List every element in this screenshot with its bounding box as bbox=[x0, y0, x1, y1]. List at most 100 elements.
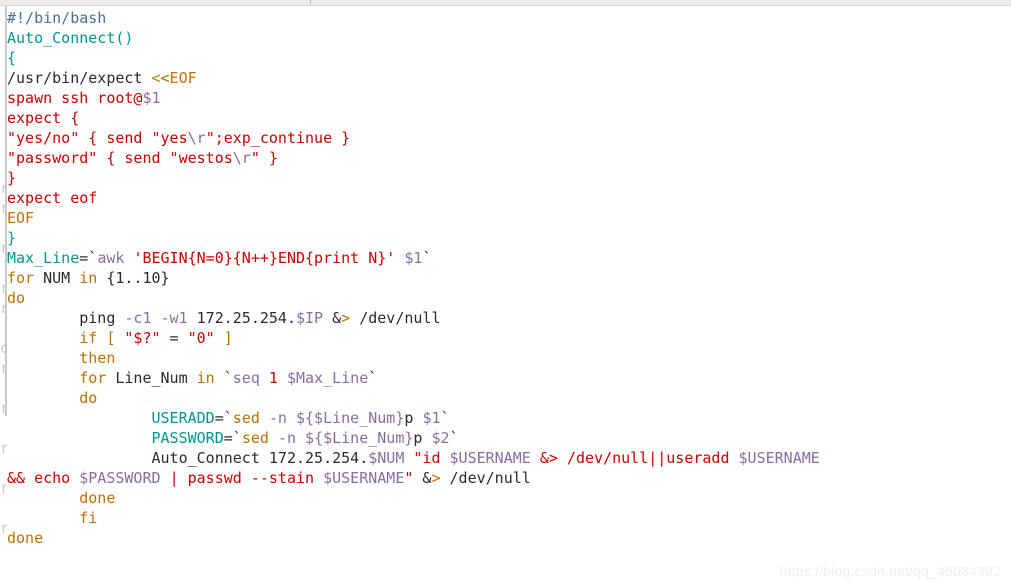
code-line[interactable]: do bbox=[7, 288, 1011, 308]
code-token-plain: 172.25.254. bbox=[187, 309, 296, 327]
code-line[interactable]: USERADD=`sed -n ${$Line_Num}p $1` bbox=[7, 408, 1011, 428]
gutter-ghost-glyph: r bbox=[0, 299, 7, 317]
code-token-str: expect eof bbox=[7, 189, 98, 207]
code-token-kw: [ bbox=[106, 329, 125, 347]
code-token-kw: if bbox=[79, 329, 107, 347]
code-token-plain: ` bbox=[440, 409, 450, 427]
code-line[interactable]: PASSWORD=`sed -n ${$Line_Num}p $2` bbox=[7, 428, 1011, 448]
code-token-plain: ` bbox=[223, 369, 233, 387]
code-line[interactable]: /usr/bin/expect <<EOF bbox=[7, 68, 1011, 88]
code-token-kw: sed bbox=[232, 409, 269, 427]
gutter-ghost-glyph: r bbox=[0, 519, 7, 537]
code-token-cmd: seq bbox=[232, 369, 269, 387]
code-line[interactable]: } bbox=[7, 168, 1011, 188]
code-line[interactable]: ping -c1 -w1 172.25.254.$IP &> /dev/null bbox=[7, 308, 1011, 328]
code-token-dollar: $IP bbox=[296, 309, 324, 327]
code-token-cmd: awk bbox=[97, 249, 134, 267]
code-token-plain: Line_Num bbox=[115, 369, 197, 387]
code-line[interactable]: EOF bbox=[7, 208, 1011, 228]
code-token-func: Auto_Connect() bbox=[7, 29, 134, 47]
code-token-str: &> /dev/null||useradd bbox=[539, 449, 730, 467]
code-line[interactable]: { bbox=[7, 48, 1011, 68]
code-token-str: expect { bbox=[7, 109, 80, 127]
code-line[interactable]: #!/bin/bash bbox=[7, 8, 1011, 28]
gutter-ghost-glyph: r bbox=[0, 199, 7, 217]
code-token-str: 'BEGIN{N=0}{N++}END{print N}' bbox=[133, 249, 396, 267]
code-token-kw: fi bbox=[79, 509, 98, 527]
code-token-kw: then bbox=[79, 349, 116, 367]
code-line[interactable]: then bbox=[7, 348, 1011, 368]
gutter-ghost-glyph: c bbox=[0, 339, 7, 357]
code-token-kw: in bbox=[196, 369, 224, 387]
gutter-ghost-glyph: r bbox=[0, 279, 7, 297]
code-line[interactable]: "yes/no" { send "yes\r";exp_continue } bbox=[7, 128, 1011, 148]
code-token-func: } bbox=[7, 229, 17, 247]
code-line[interactable]: do bbox=[7, 388, 1011, 408]
code-token-plain: ping bbox=[7, 309, 125, 327]
code-line[interactable]: } bbox=[7, 228, 1011, 248]
code-token-plain: & bbox=[413, 469, 432, 487]
code-token-kw: done bbox=[79, 489, 116, 507]
code-token-str: spawn ssh root@ bbox=[7, 89, 143, 107]
gutter-ghost-glyph: r bbox=[0, 239, 7, 257]
code-token-str: | bbox=[169, 469, 188, 487]
code-line[interactable]: if [ "$?" = "0" ] bbox=[7, 328, 1011, 348]
code-line[interactable]: done bbox=[7, 488, 1011, 508]
code-token-str: "$?" bbox=[124, 329, 161, 347]
code-token-plain: /dev/null bbox=[440, 469, 531, 487]
code-token-str: passwd --stain bbox=[187, 469, 324, 487]
code-token-plain: =` bbox=[214, 409, 233, 427]
code-editor-surface[interactable]: #!/bin/bash Auto_Connect() {/usr/bin/expec… bbox=[7, 6, 1011, 585]
code-line[interactable]: for NUM in {1..10} bbox=[7, 268, 1011, 288]
code-token-heredoc: <<EOF bbox=[151, 69, 197, 87]
code-token-func: { bbox=[7, 49, 17, 67]
code-token-plain: {1..10} bbox=[106, 269, 170, 287]
gutter-ghost-glyph: r bbox=[0, 479, 7, 497]
code-token-dollar: ${$Line_Num} bbox=[305, 429, 414, 447]
code-token-str: " } bbox=[250, 149, 278, 167]
code-line[interactable]: for Line_Num in `seq 1 $Max_Line` bbox=[7, 368, 1011, 388]
code-token-dollar: $USERNAME bbox=[323, 469, 405, 487]
code-line[interactable]: expect eof bbox=[7, 188, 1011, 208]
code-token-dollar: -n bbox=[268, 409, 296, 427]
editor-left-gutter[interactable]: rrrrrcrrrrr bbox=[0, 6, 7, 585]
code-token-dollar: $Max_Line bbox=[286, 369, 369, 387]
code-token-var: PASSWORD bbox=[151, 429, 224, 447]
code-line[interactable]: expect { bbox=[7, 108, 1011, 128]
code-token-plain: =` bbox=[79, 249, 98, 267]
code-token-str: "yes/no" { send "yes bbox=[7, 129, 188, 147]
code-token-str: "0" bbox=[187, 329, 215, 347]
code-token-plain: ` bbox=[368, 369, 378, 387]
code-token-cmd: -c1 -w1 bbox=[124, 309, 188, 327]
code-line[interactable]: && echo $PASSWORD | passwd --stain $USER… bbox=[7, 468, 1011, 488]
code-token-dollar: $1 bbox=[422, 409, 441, 427]
gutter-ghost-glyph: r bbox=[0, 439, 7, 457]
gutter-ghost-glyph: r bbox=[0, 359, 7, 377]
code-line[interactable]: "password" { send "westos\r" } bbox=[7, 148, 1011, 168]
code-line[interactable]: fi bbox=[7, 508, 1011, 528]
code-token-var: Max_Line bbox=[7, 249, 80, 267]
code-token-dollar: $1 bbox=[404, 249, 423, 267]
code-line[interactable]: Auto_Connect() bbox=[7, 28, 1011, 48]
code-token-plain: = bbox=[160, 329, 188, 347]
code-line[interactable]: spawn ssh root@$1 bbox=[7, 88, 1011, 108]
code-token-str: } bbox=[7, 169, 17, 187]
code-line[interactable]: Auto_Connect 172.25.254.$NUM "id $USERNA… bbox=[7, 448, 1011, 468]
code-token-plain: =` bbox=[223, 429, 242, 447]
code-token-dollar: $1 bbox=[142, 89, 161, 107]
code-line[interactable]: done bbox=[7, 528, 1011, 548]
code-token-kw: for bbox=[79, 369, 116, 387]
code-token-plain: ` bbox=[449, 429, 459, 447]
code-token-kw: sed bbox=[241, 429, 278, 447]
code-line[interactable]: Max_Line=`awk 'BEGIN{N=0}{N++}END{print … bbox=[7, 248, 1011, 268]
code-token-str: ";exp_continue } bbox=[205, 129, 351, 147]
code-token-str: "id bbox=[413, 449, 450, 467]
